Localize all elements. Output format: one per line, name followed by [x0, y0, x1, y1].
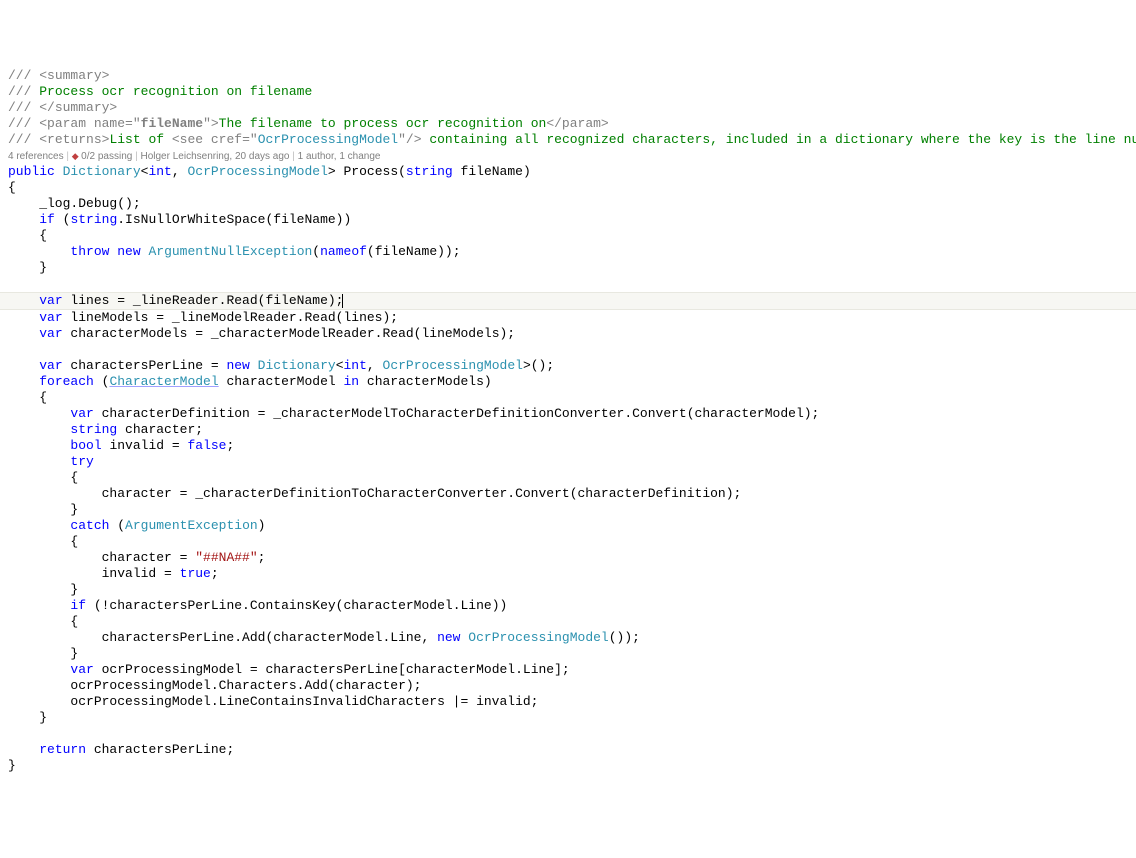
method-signature: public Dictionary<int, OcrProcessingMode…: [8, 164, 531, 179]
code-line: var lineModels = _lineModelReader.Read(l…: [8, 310, 398, 325]
test-fail-icon: ◆: [72, 151, 81, 161]
code-line: character = "##NA##";: [8, 550, 265, 565]
brace: }: [8, 502, 78, 517]
code-line: return charactersPerLine;: [8, 742, 234, 757]
code-line: foreach (CharacterModel characterModel i…: [8, 374, 492, 389]
blank-line: [8, 726, 16, 741]
xml-doc-line: /// <summary>: [8, 68, 109, 83]
brace: }: [8, 582, 78, 597]
code-line: if (!charactersPerLine.ContainsKey(chara…: [8, 598, 507, 613]
current-line: var lines = _lineReader.Read(fileName);: [0, 292, 1136, 310]
code-editor[interactable]: /// <summary> /// Process ocr recognitio…: [8, 68, 1128, 774]
blank-line: [8, 342, 16, 357]
code-line: catch (ArgumentException): [8, 518, 265, 533]
xml-doc-line: /// <returns>List of <see cref="OcrProce…: [8, 132, 1136, 147]
code-line: string character;: [8, 422, 203, 437]
codelens-refs[interactable]: 4 references: [8, 151, 64, 162]
code-line: var characterDefinition = _characterMode…: [8, 406, 819, 421]
code-line: bool invalid = false;: [8, 438, 234, 453]
code-line: var ocrProcessingModel = charactersPerLi…: [8, 662, 570, 677]
code-line: ocrProcessingModel.LineContainsInvalidCh…: [8, 694, 539, 709]
code-line: throw new ArgumentNullException(nameof(f…: [8, 244, 461, 259]
brace: }: [8, 260, 47, 275]
codelens-author[interactable]: Holger Leichsenring, 20 days ago: [140, 151, 289, 162]
text-cursor: [342, 294, 343, 308]
code-line: var charactersPerLine = new Dictionary<i…: [8, 358, 554, 373]
xml-doc-line: /// </summary>: [8, 100, 117, 115]
brace: }: [8, 710, 47, 725]
codelens-authors[interactable]: 1 author, 1 change: [298, 151, 381, 162]
brace: {: [8, 228, 47, 243]
code-line: invalid = true;: [8, 566, 219, 581]
code-line: character = _characterDefinitionToCharac…: [8, 486, 741, 501]
codelens-tests[interactable]: 0/2 passing: [81, 151, 132, 162]
xml-doc-line: /// Process ocr recognition on filename: [8, 84, 312, 99]
brace: {: [8, 180, 16, 195]
code-line: if (string.IsNullOrWhiteSpace(fileName)): [8, 212, 351, 227]
xml-doc-line: /// <param name="fileName">The filename …: [8, 116, 609, 131]
code-line: _log.Debug();: [8, 196, 141, 211]
codelens-bar[interactable]: 4 references | ◆ 0/2 passing | Holger Le…: [8, 151, 380, 162]
blank-line: [8, 276, 16, 291]
brace: }: [8, 758, 16, 773]
code-line: charactersPerLine.Add(characterModel.Lin…: [8, 630, 640, 645]
brace: {: [8, 534, 78, 549]
code-line: ocrProcessingModel.Characters.Add(charac…: [8, 678, 421, 693]
brace: {: [8, 614, 78, 629]
brace: {: [8, 470, 78, 485]
brace: {: [8, 390, 47, 405]
code-line: var characterModels = _characterModelRea…: [8, 326, 515, 341]
code-line: try: [8, 454, 94, 469]
brace: }: [8, 646, 78, 661]
